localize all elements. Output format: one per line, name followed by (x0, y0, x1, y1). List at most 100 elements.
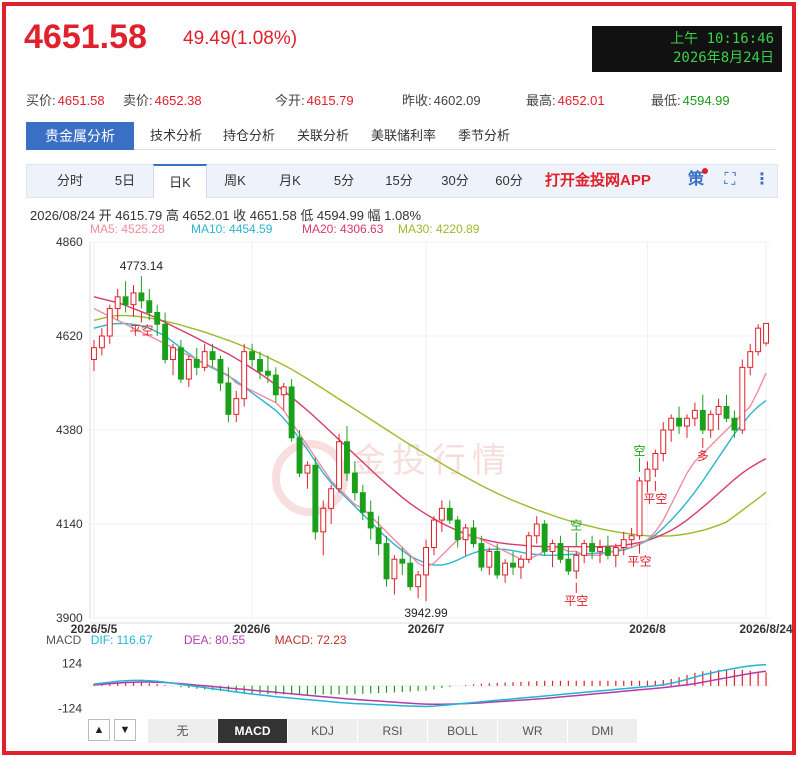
dea-line (93, 670, 767, 706)
signal-label: 平空 (643, 492, 667, 506)
low-annotation: 3942.99 (404, 606, 448, 620)
candle-body (510, 562, 516, 568)
scroll-down-button[interactable]: ▼ (114, 719, 136, 741)
candle-body (106, 308, 113, 337)
candle-body (359, 492, 366, 513)
candle-body (747, 351, 754, 368)
candle-body (320, 507, 327, 533)
candle-body (525, 535, 532, 560)
candle-body (478, 543, 485, 568)
candle-body (367, 511, 374, 529)
candle-body (691, 409, 698, 419)
dea-readout: DEA: 80.55 (183, 633, 246, 647)
candle-body (494, 550, 501, 576)
candle-body (233, 398, 240, 415)
signal-label: 空 (634, 444, 646, 458)
candle-body (581, 543, 588, 556)
candle-body (264, 370, 271, 376)
candle-body (146, 300, 153, 313)
candle-body (209, 351, 216, 360)
ma20-line (93, 296, 767, 548)
candle-body (438, 507, 445, 521)
candle-body (446, 507, 453, 521)
candle-body (328, 488, 335, 509)
indicator-none[interactable]: 无 (148, 719, 218, 743)
candle-body (589, 543, 596, 552)
x-tick-label: 2026/8/24 (739, 622, 793, 636)
y-tick-label: 4620 (56, 329, 83, 343)
y-tick-label: 4860 (56, 235, 83, 249)
candle-body (280, 386, 287, 396)
candle-body (241, 351, 248, 400)
candle-body (431, 519, 437, 548)
candle-body (122, 296, 129, 306)
candle-body (344, 441, 350, 474)
candle-body (676, 417, 683, 427)
candle-body (597, 547, 603, 552)
candle-body (154, 312, 161, 325)
candle-body (288, 386, 295, 439)
candle-body (162, 323, 169, 360)
candle-body (533, 523, 540, 537)
candle-body (351, 472, 358, 494)
candle-body (739, 366, 746, 431)
macd-value-readout: MACD: 72.23 (274, 633, 347, 647)
indicator-dmi[interactable]: DMI (568, 719, 638, 743)
candle-body (612, 547, 619, 556)
candle-body (225, 382, 232, 415)
candle-body (304, 464, 311, 474)
candle-body (549, 543, 556, 552)
high-annotation: 4773.14 (120, 259, 164, 273)
candle-body (707, 413, 714, 431)
candle-body (486, 550, 493, 568)
indicator-macd[interactable]: MACD (218, 719, 288, 743)
candle-body (407, 562, 414, 588)
indicator-kdj[interactable]: KDJ (288, 719, 358, 743)
x-tick-label: 2026/7 (408, 622, 445, 636)
signal-label: 多 (697, 449, 709, 463)
candle-body (470, 527, 477, 545)
candle-body (375, 527, 382, 545)
candle-body (668, 417, 675, 431)
candle-body (415, 574, 422, 588)
x-tick-label: 2026/8 (629, 622, 666, 636)
candle-body (177, 347, 184, 380)
indicator-rsi[interactable]: RSI (358, 719, 428, 743)
candle-body (699, 409, 706, 431)
macd-tick-label: -124 (58, 701, 82, 715)
dif-readout: DIF: 116.67 (90, 633, 153, 647)
candle-body (399, 558, 406, 564)
candle-body (541, 523, 548, 552)
candle-body (462, 527, 469, 541)
candle-body (723, 406, 730, 419)
candle-body (249, 351, 256, 360)
candle-body (91, 347, 97, 360)
candle-body (636, 480, 643, 537)
candle-body (684, 417, 690, 427)
candle-body (391, 558, 398, 580)
scroll-up-button[interactable]: ▲ (88, 719, 110, 741)
candle-body (272, 374, 279, 396)
candle-body (557, 543, 564, 560)
indicator-boll[interactable]: BOLL (428, 719, 498, 743)
candle-body (114, 296, 121, 310)
candle-body (731, 417, 738, 431)
signal-label: 平空 (628, 555, 652, 569)
candle-body (185, 359, 192, 380)
candle-body (257, 359, 263, 372)
indicator-wr[interactable]: WR (498, 719, 568, 743)
signal-label: 空 (570, 518, 582, 532)
candle-body (383, 543, 390, 580)
y-tick-label: 4380 (56, 423, 83, 437)
candle-body (502, 562, 509, 576)
candle-body (201, 351, 208, 368)
candle-body (573, 554, 580, 572)
candle-body (296, 437, 303, 474)
candle-body (565, 558, 572, 572)
candle-body (193, 359, 200, 368)
candle-body (652, 453, 659, 470)
candle-body (138, 292, 145, 302)
candle-body (336, 441, 343, 490)
candle-body (604, 547, 611, 556)
candle-body (170, 347, 176, 360)
